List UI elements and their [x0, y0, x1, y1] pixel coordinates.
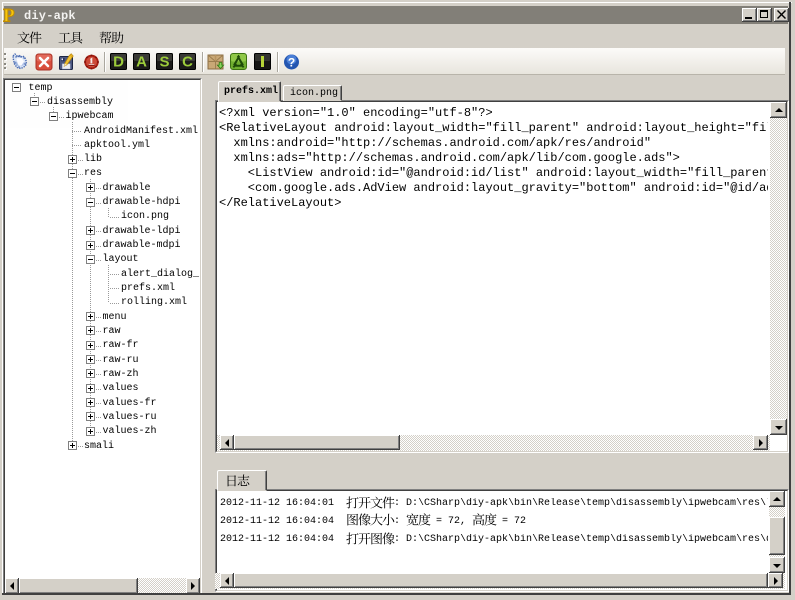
- svg-text:?: ?: [288, 56, 295, 70]
- svg-text:A: A: [136, 54, 147, 71]
- svg-text:P: P: [3, 7, 15, 24]
- svg-text:S: S: [159, 54, 169, 71]
- svg-text:C: C: [182, 54, 193, 71]
- svg-text:D: D: [113, 54, 124, 71]
